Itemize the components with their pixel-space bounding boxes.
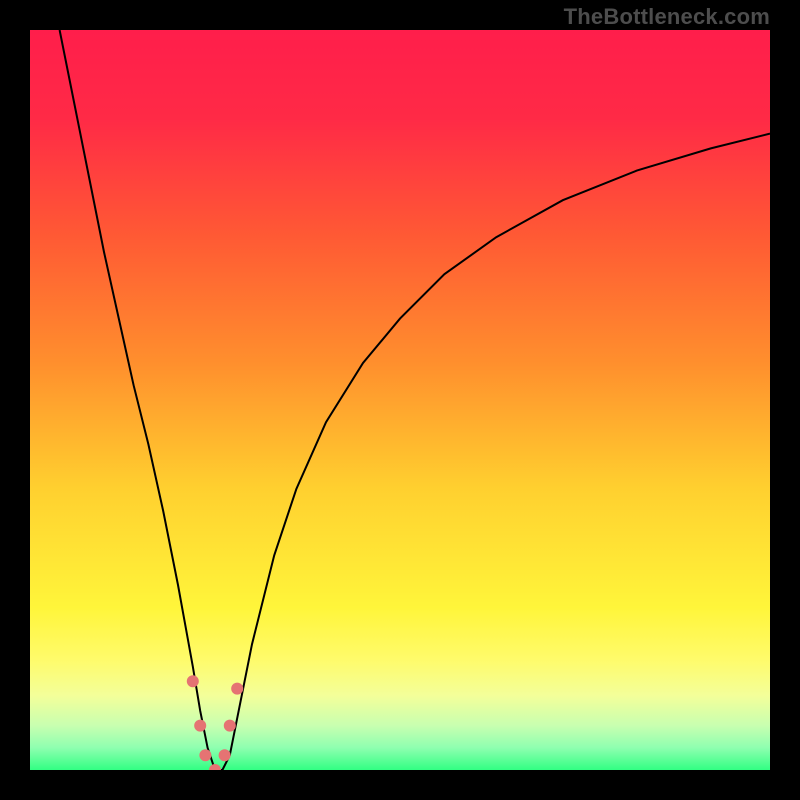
- sweet-spot-markers: [187, 675, 243, 770]
- bottleneck-curve: [30, 30, 770, 770]
- watermark-text: TheBottleneck.com: [564, 4, 770, 30]
- plot-area: [30, 30, 770, 770]
- chart-frame: TheBottleneck.com: [0, 0, 800, 800]
- curve-path: [60, 30, 770, 770]
